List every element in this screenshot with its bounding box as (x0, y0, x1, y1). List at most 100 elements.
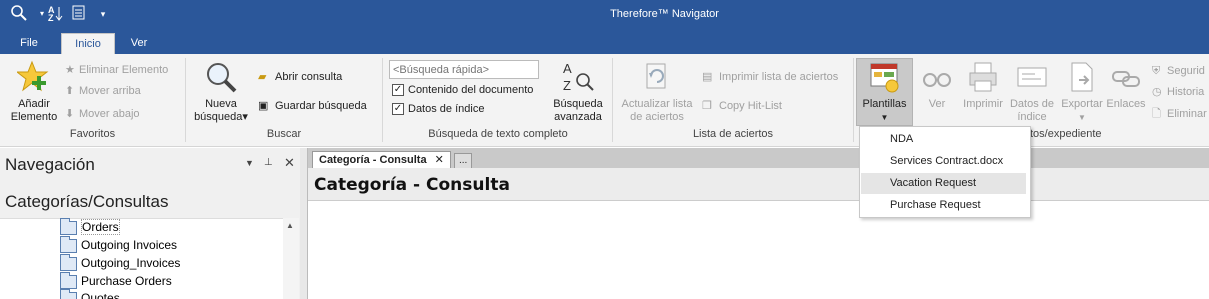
folder-icon (60, 253, 77, 271)
security-label: Segurid (1167, 65, 1205, 77)
folder-icon (60, 289, 77, 299)
advanced-search-label-1: Búsqueda (553, 98, 603, 110)
export-label: Exportar (1061, 98, 1103, 110)
search-icon[interactable] (8, 4, 30, 24)
window-title: Therefore™ Navigator (610, 8, 719, 20)
add-item-label-2: Elemento (10, 111, 58, 123)
tab-inicio[interactable]: Inicio (61, 33, 115, 54)
tab-categoria-consulta[interactable]: Categoría - Consulta ✕ (312, 151, 451, 168)
group-label-fulltext: Búsqueda de texto completo (428, 128, 568, 140)
open-query-button[interactable]: ▰ Abrir consulta (258, 69, 342, 85)
save-search-label: Guardar búsqueda (275, 100, 367, 112)
index-data-button[interactable]: Datos de índice (1008, 60, 1056, 124)
magnifier-icon (207, 63, 237, 93)
group-label-favoritos: Favoritos (69, 128, 116, 140)
move-down-label: Mover abajo (79, 108, 140, 120)
templates-chevron-icon: ▼ (880, 113, 889, 122)
document-content-checkbox[interactable]: ✓ Contenido del documento (392, 82, 533, 98)
group-label-documents: tos/expediente (1030, 128, 1102, 140)
checkbox-checked-icon: ✓ (392, 84, 404, 97)
index-data-label-2: índice (1017, 111, 1047, 123)
security-button[interactable]: ⛨ Segurid (1152, 63, 1205, 79)
add-item-label-1: Añadir (18, 98, 50, 110)
tab-file[interactable]: File (8, 33, 50, 54)
scroll-up-icon[interactable]: ▲ (286, 221, 294, 230)
svg-text:A: A (563, 61, 572, 76)
menu-item-vacation-request[interactable]: Vacation Request (861, 173, 1026, 194)
star-add-icon (15, 60, 49, 92)
menu-item-purchase-request[interactable]: Purchase Request (861, 195, 1026, 216)
checkbox-checked-icon: ✓ (392, 103, 404, 116)
view-label: Ver (928, 98, 946, 110)
document-title: Categoría - Consulta (314, 175, 510, 195)
index-card-icon (1017, 67, 1047, 87)
delete-label: Eliminar (1167, 108, 1207, 120)
links-button[interactable]: Enlaces (1105, 60, 1147, 111)
star-remove-icon: ★ (65, 64, 75, 76)
tree-scrollbar[interactable] (283, 218, 299, 299)
menu-item-nda[interactable]: NDA (861, 129, 1026, 150)
printer-icon: ▤ (702, 71, 713, 83)
glasses-icon (923, 73, 951, 87)
move-down-button[interactable]: ⬇ Mover abajo (65, 106, 140, 122)
tree-item-purchase-orders[interactable]: Purchase Orders (60, 271, 172, 290)
svg-text:Z: Z (563, 78, 571, 93)
tree-item-label: Quotes (81, 291, 120, 299)
tree-item-label: Outgoing_Invoices (81, 256, 181, 270)
tab-ver[interactable]: Ver (118, 33, 160, 54)
index-data-label: Datos de índice (408, 103, 485, 115)
menu-item-services-contract[interactable]: Services Contract.docx (861, 151, 1026, 172)
panel-menu-icon[interactable]: ▼ (245, 158, 254, 168)
save-search-button[interactable]: ▣ Guardar búsqueda (258, 98, 367, 114)
close-icon[interactable]: ✕ (284, 155, 295, 171)
copy-hitlist-button[interactable]: ❐ Copy Hit-List (702, 98, 782, 114)
delete-document-icon: 🗋 (1152, 108, 1161, 120)
printer-icon (969, 62, 997, 92)
tree-item-label: Orders (81, 219, 120, 235)
print-hitlist-label: Imprimir lista de aciertos (719, 71, 839, 83)
tree-item-orders[interactable]: Orders (60, 217, 120, 236)
templates-button-content: Plantillas ▼ (857, 62, 912, 124)
copy-icon: ❐ (702, 100, 712, 112)
templates-label: Plantillas (862, 98, 907, 110)
move-up-button[interactable]: ⬆ Mover arriba (65, 83, 141, 99)
screen-icon[interactable] (69, 4, 91, 24)
folder-icon (60, 271, 77, 289)
tree-item-outgoing-invoices-underscore[interactable]: Outgoing_Invoices (60, 253, 181, 272)
advanced-search-button[interactable]: AZ Búsqueda avanzada (550, 60, 606, 124)
folder-icon (60, 217, 77, 235)
history-label: Historia (1167, 86, 1205, 98)
tree-item-quotes[interactable]: Quotes (60, 289, 120, 299)
add-item-button[interactable]: Añadir Elemento (8, 60, 60, 124)
tree-item-outgoing-invoices[interactable]: Outgoing Invoices (60, 235, 178, 254)
refresh-hitlist-button[interactable]: Actualizar lista de aciertos (617, 60, 697, 124)
panel-splitter[interactable] (300, 148, 308, 299)
export-button[interactable]: Exportar ▼ (1058, 60, 1106, 124)
print-hitlist-button[interactable]: ▤ Imprimir lista de aciertos (702, 69, 838, 85)
quick-search-input[interactable] (389, 60, 539, 79)
arrow-up-icon: ⬆ (65, 85, 75, 97)
tree-item-label: Outgoing Invoices (81, 238, 178, 252)
title-bar: Therefore™ Navigator (0, 0, 1209, 30)
sort-az-icon[interactable]: AZ (45, 4, 67, 24)
save-icon: ▣ (258, 100, 269, 112)
remove-item-button[interactable]: ★ Eliminar Elemento (65, 62, 168, 78)
history-button[interactable]: ◷ Historia (1152, 84, 1204, 100)
index-data-checkbox[interactable]: ✓ Datos de índice (392, 101, 484, 117)
arrow-down-icon: ⬇ (65, 108, 75, 120)
links-label: Enlaces (1106, 98, 1146, 110)
folder-icon (60, 235, 77, 253)
pin-icon[interactable]: ⊥ (264, 157, 273, 168)
clock-icon: ◷ (1152, 86, 1162, 98)
document-tab-label: Categoría - Consulta (319, 154, 427, 166)
customize-icon[interactable]: ▾ (92, 4, 114, 24)
delete-button[interactable]: 🗋 Eliminar (1152, 106, 1207, 122)
close-icon[interactable]: ✕ (435, 154, 444, 166)
print-button[interactable]: Imprimir (960, 60, 1006, 111)
more-tabs-button[interactable]: ... (454, 153, 473, 168)
new-search-button[interactable]: Nueva búsqueda▾ (190, 60, 252, 124)
shield-icon: ⛨ (1152, 65, 1161, 77)
view-button[interactable]: Ver (918, 60, 956, 111)
move-up-label: Mover arriba (79, 85, 141, 97)
new-search-label-2: búsqueda▾ (194, 111, 248, 123)
